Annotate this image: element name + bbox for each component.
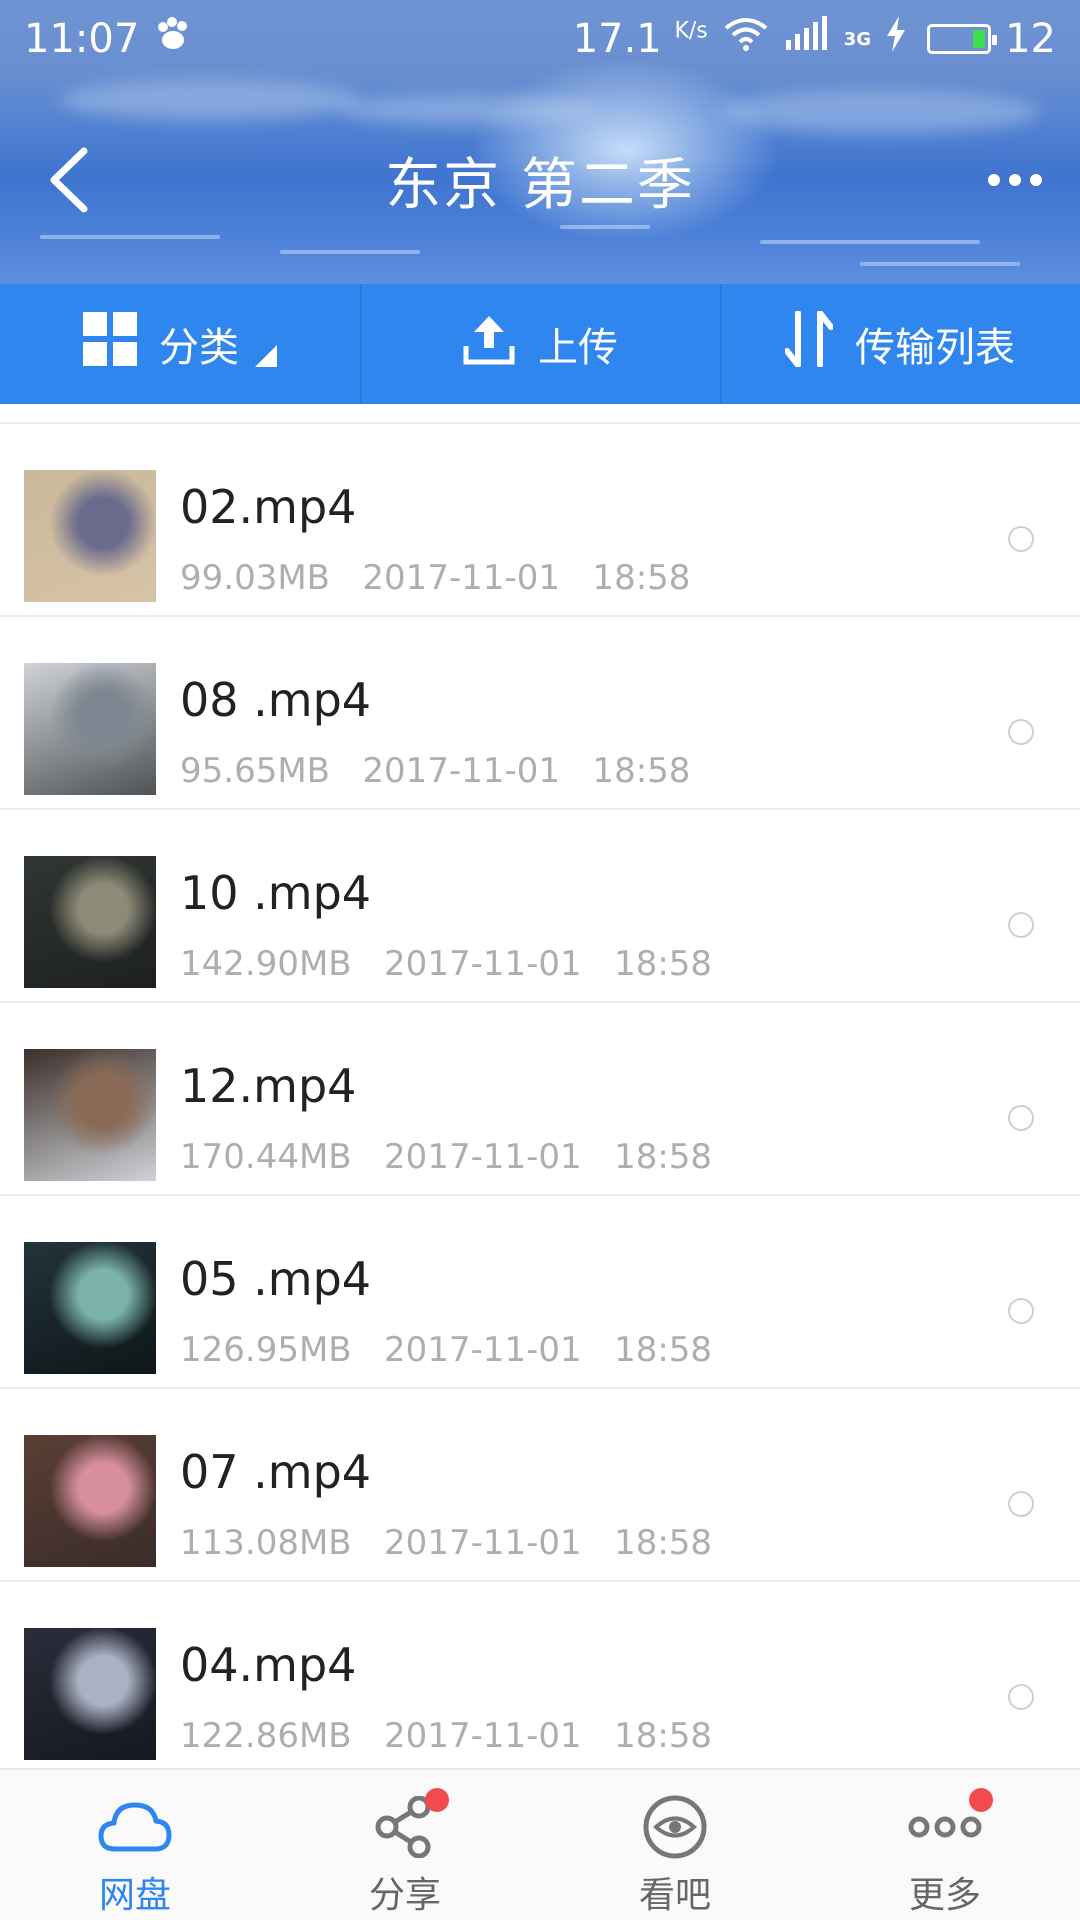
- select-radio[interactable]: [1008, 1105, 1034, 1131]
- network-speed: 17.1 K/s: [572, 16, 708, 62]
- bottom-nav: 网盘 分享 看吧 更多: [0, 1768, 1080, 1920]
- video-thumbnail[interactable]: [24, 1049, 156, 1181]
- battery-level: 12: [1005, 16, 1056, 62]
- nav-item-share[interactable]: 分享: [270, 1770, 540, 1920]
- category-label: 分类: [159, 325, 239, 371]
- file-row[interactable]: 10 .mp4 142.90MB 2017-11-01 18:58: [0, 810, 1080, 1003]
- more-options-button[interactable]: [980, 156, 1050, 204]
- file-meta: 113.08MB 2017-11-01 18:58: [180, 1523, 713, 1563]
- status-bar: 11:07 17.1 K/s 3G 12: [0, 0, 1080, 78]
- dot-icon: [1009, 174, 1021, 186]
- notification-badge: [969, 1788, 993, 1812]
- file-meta: 142.90MB 2017-11-01 18:58: [180, 944, 713, 984]
- page-title: 东京 第二季: [385, 153, 695, 218]
- nav-label: 网盘: [98, 1875, 171, 1916]
- transfer-label: 传输列表: [855, 325, 1015, 371]
- phone-screen: 11:07 17.1 K/s 3G 12 东京 第二季 分类 上传 传输列表 0…: [0, 0, 1080, 1920]
- video-thumbnail[interactable]: [24, 1628, 156, 1760]
- eye-icon: [635, 1792, 715, 1862]
- cloud-icon: [95, 1792, 175, 1862]
- file-name: 07 .mp4: [180, 1445, 372, 1499]
- charging-icon: [885, 16, 907, 62]
- video-thumbnail[interactable]: [24, 1435, 156, 1567]
- category-button[interactable]: 分类: [0, 284, 360, 404]
- video-thumbnail[interactable]: [24, 470, 156, 602]
- status-time: 11:07: [24, 16, 140, 62]
- select-radio[interactable]: [1008, 912, 1034, 938]
- video-thumbnail[interactable]: [24, 663, 156, 795]
- file-row[interactable]: 12.mp4 170.44MB 2017-11-01 18:58: [0, 1003, 1080, 1196]
- file-name: 10 .mp4: [180, 866, 372, 920]
- battery-icon: [927, 24, 998, 54]
- file-meta: 99.03MB 2017-11-01 18:58: [180, 558, 691, 598]
- dot-icon: [988, 174, 1000, 186]
- select-radio[interactable]: [1008, 526, 1034, 552]
- share-icon: [365, 1788, 449, 1862]
- file-row[interactable]: 07 .mp4 113.08MB 2017-11-01 18:58: [0, 1389, 1080, 1582]
- network-type: 3G: [843, 28, 872, 50]
- file-meta: 122.86MB 2017-11-01 18:58: [180, 1716, 713, 1756]
- file-meta: 126.95MB 2017-11-01 18:58: [180, 1330, 713, 1370]
- nav-label: 更多: [908, 1875, 981, 1916]
- more-dots-icon: [905, 1788, 993, 1862]
- select-radio[interactable]: [1008, 1491, 1034, 1517]
- video-thumbnail[interactable]: [24, 856, 156, 988]
- file-row[interactable]: 05 .mp4 126.95MB 2017-11-01 18:58: [0, 1196, 1080, 1389]
- transfer-list-button[interactable]: 传输列表: [720, 284, 1080, 404]
- video-thumbnail[interactable]: [24, 1242, 156, 1374]
- file-name: 04.mp4: [180, 1638, 357, 1692]
- nav-label: 看吧: [638, 1875, 711, 1916]
- file-meta: 95.65MB 2017-11-01 18:58: [180, 751, 691, 791]
- upload-label: 上传: [538, 325, 618, 371]
- signal-icon: [784, 16, 830, 62]
- select-radio[interactable]: [1008, 719, 1034, 745]
- file-row[interactable]: 08 .mp4 95.65MB 2017-11-01 18:58: [0, 617, 1080, 810]
- wifi-icon: [722, 14, 770, 64]
- file-row[interactable]: 02.mp4 99.03MB 2017-11-01 18:58: [0, 424, 1080, 617]
- file-name: 05 .mp4: [180, 1252, 372, 1306]
- file-meta: 170.44MB 2017-11-01 18:58: [180, 1137, 713, 1177]
- nav-item-watch[interactable]: 看吧: [540, 1770, 810, 1920]
- file-name: 12.mp4: [180, 1059, 357, 1113]
- nav-item-netdisk[interactable]: 网盘: [0, 1770, 270, 1920]
- dot-icon: [1030, 174, 1042, 186]
- nav-label: 分享: [368, 1875, 441, 1916]
- notification-badge: [425, 1788, 449, 1812]
- file-name: 02.mp4: [180, 480, 357, 534]
- select-radio[interactable]: [1008, 1298, 1034, 1324]
- action-toolbar: 分类 上传 传输列表: [0, 284, 1080, 404]
- title-bar: 东京 第二季: [0, 100, 1080, 260]
- grid-icon: [83, 312, 137, 376]
- upload-button[interactable]: 上传: [360, 284, 720, 404]
- file-name: 08 .mp4: [180, 673, 372, 727]
- upload-icon: [462, 312, 516, 376]
- nav-item-more[interactable]: 更多: [810, 1770, 1080, 1920]
- transfer-arrows-icon: [784, 310, 834, 377]
- baidu-paw-icon: [153, 14, 193, 64]
- dropdown-caret-icon: [255, 345, 277, 367]
- select-radio[interactable]: [1008, 1684, 1034, 1710]
- file-list: 02.mp4 99.03MB 2017-11-01 18:58 08 .mp4 95.…: [0, 404, 1080, 1768]
- file-row[interactable]: 04.mp4 122.86MB 2017-11-01 18:58: [0, 1582, 1080, 1768]
- header-banner: 11:07 17.1 K/s 3G 12 东京 第二季: [0, 0, 1080, 284]
